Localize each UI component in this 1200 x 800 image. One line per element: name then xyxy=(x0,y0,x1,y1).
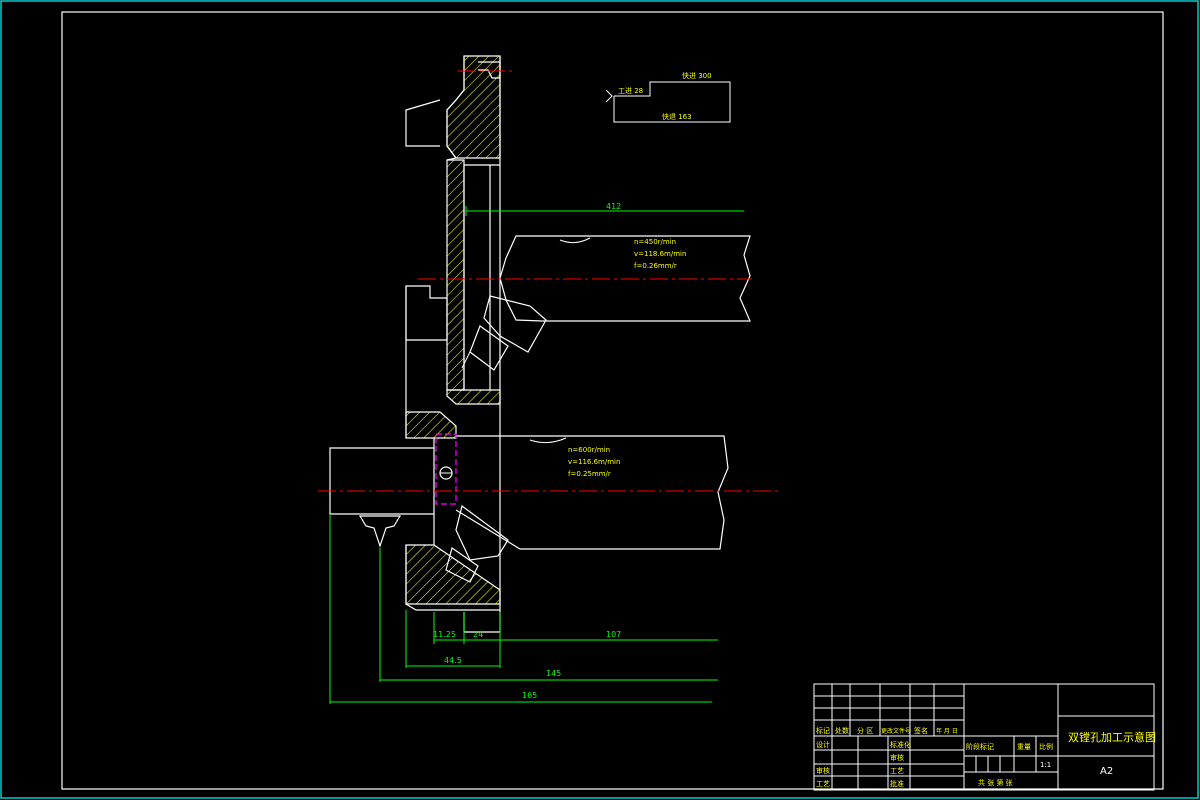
tb-process-2: 工艺 xyxy=(890,767,904,775)
upper-cutter xyxy=(483,295,547,353)
tb-review-2: 审核 xyxy=(890,753,904,762)
lower-parameters: n=600r/min v=116.6m/min f=0.25mm/r xyxy=(568,446,620,478)
upper-feed: f=0.26mm/r xyxy=(634,262,677,270)
dim-412: 412 xyxy=(606,202,621,211)
tb-review: 审核 xyxy=(816,766,830,775)
lower-speed: n=600r/min xyxy=(568,446,610,454)
spindle-nose xyxy=(329,447,434,515)
lower-boring-bar xyxy=(329,433,729,583)
tb-mark: 标记 xyxy=(816,726,830,735)
tb-design: 设计 xyxy=(816,740,830,749)
feed-label: 工进 28 xyxy=(618,87,643,95)
lower-feed: f=0.25mm/r xyxy=(568,470,611,478)
tb-standardization: 标准化 xyxy=(890,740,911,749)
chamfer-tool xyxy=(358,515,402,548)
tb-signature: 签名 xyxy=(914,726,928,735)
upper-boring-bar xyxy=(461,235,751,371)
rapid-return-label: 快退 163 xyxy=(662,112,692,121)
tb-zone: 分 区 xyxy=(857,726,873,735)
upper-speed: n=450r/min xyxy=(634,238,676,246)
drawing-sheet: 412 11.25 24 107 44.5 145 165 n=450r/min… xyxy=(0,0,1199,799)
rib-section xyxy=(446,389,501,405)
centerlines xyxy=(318,70,780,492)
dim-165: 165 xyxy=(522,691,537,700)
dimensions xyxy=(329,206,744,704)
dim-107: 107 xyxy=(606,630,621,639)
aux-region xyxy=(435,433,457,505)
tb-change-doc: 更改文件号 xyxy=(881,727,911,735)
dim-24: 24 xyxy=(473,630,483,639)
tb-stage-mark: 阶段标记 xyxy=(966,742,994,751)
rapid-forward-label: 快进 300 xyxy=(682,71,712,80)
boss-outline xyxy=(405,285,448,341)
inner-frame xyxy=(61,11,1164,790)
tb-approve: 批准 xyxy=(890,779,904,788)
tb-scale: 1:1 xyxy=(1040,761,1051,769)
dim-44-5: 44.5 xyxy=(444,656,462,665)
upper-velocity: v=118.6m/min xyxy=(634,250,686,258)
sheet-size: A2 xyxy=(1100,766,1113,777)
tb-date: 年 月 日 xyxy=(936,727,958,735)
tb-count: 处数 xyxy=(835,726,849,735)
tb-weight: 重量 xyxy=(1017,743,1031,751)
tb-sheet-count: 共 张 第 张 xyxy=(978,778,1013,787)
wall-section-upper xyxy=(446,159,465,391)
dim-145: 145 xyxy=(546,669,561,678)
drawing-title: 双镗孔加工示意图 xyxy=(1068,730,1156,744)
upper-parameters: n=450r/min v=118.6m/min f=0.26mm/r xyxy=(634,238,686,270)
tb-process: 工艺 xyxy=(816,780,830,788)
upper-boss xyxy=(405,99,441,147)
lower-bore-section-bottom xyxy=(405,544,501,605)
lower-velocity: v=116.6m/min xyxy=(568,458,620,466)
outer-frame xyxy=(0,0,1199,799)
tb-ratio: 比例 xyxy=(1039,742,1053,751)
dim-11-25: 11.25 xyxy=(433,630,456,639)
workpiece-section xyxy=(405,55,501,633)
